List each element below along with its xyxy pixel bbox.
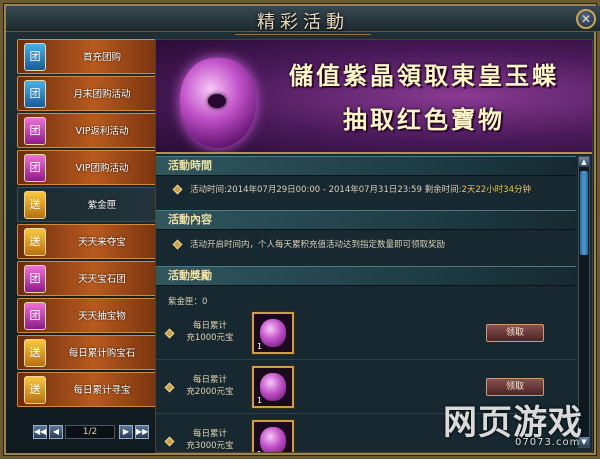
next-page-button[interactable]: ▶ [119,425,133,439]
activity-badge-icon: 团 [24,117,46,145]
sidebar-item-label: 天天宝石团 [78,274,126,285]
reward-condition-amount: 充1000元宝 [186,333,234,343]
sidebar-item[interactable]: 团 天天抽宝物 [17,298,157,333]
page-indicator: 1/2 [65,425,115,439]
reward-condition-amount: 充2000元宝 [186,387,234,397]
item-count: 1 [257,342,263,351]
sidebar-item-label: 月末团购活动 [73,89,131,100]
sidebar-item[interactable]: 送 每日累计购宝石 [17,335,157,370]
site-watermark: 网页游戏 07073.com [443,395,599,457]
currency-count: 紫金匣：0 [168,297,208,307]
scroll-up-button[interactable]: ▲ [579,157,589,167]
reward-condition-line: 每日累计 [192,375,227,385]
last-page-button[interactable]: ▶▶ [135,425,149,439]
gem-icon [260,427,286,452]
event-content-text: 活动开启时间内，个人每天累积充值活动达到指定数量即可领取奖励 [190,240,446,250]
banner-subheadline: 抽取红色寶物 [343,105,505,134]
sidebar-item[interactable]: 团 天天宝石团 [17,261,157,296]
pagination: ◀◀ ◀ 1/2 ▶ ▶▶ [33,425,153,441]
close-button[interactable]: ✕ [576,9,596,29]
sidebar-item-label: 天天来夺宝 [78,237,126,248]
item-count: 1 [257,450,262,452]
bullet-icon [172,239,183,250]
reward-condition: 每日累计充3000元宝 [178,428,242,452]
sidebar-item-label: 天天抽宝物 [78,311,126,322]
bullet-icon [172,184,183,195]
reward-item-icon[interactable]: 1 [252,366,294,408]
reward-condition: 每日累计充2000元宝 [178,374,242,398]
prev-page-button[interactable]: ◀ [49,425,63,439]
section-title-rewards: 活動獎勵 [156,266,576,286]
sidebar-item-label: VIP返利活动 [75,126,129,137]
sidebar-item[interactable]: 送 紫金匣 [17,187,157,222]
section-title-content: 活動內容 [156,210,576,230]
banner-headline: 儲值紫晶領取東皇玉蝶 [289,61,559,90]
reward-condition-line: 每日累计 [192,321,227,331]
reward-condition-line: 每日累计 [192,429,227,439]
claim-button[interactable]: 领取 [486,378,544,396]
bullet-icon [164,436,175,447]
sidebar-item[interactable]: 团 VIP返利活动 [17,113,157,148]
watermark-url: 07073.com [515,437,581,448]
first-page-button[interactable]: ◀◀ [33,425,47,439]
sidebar-item-label: 每日累计购宝石 [68,348,136,359]
bullet-icon [164,328,175,339]
event-banner: 儲值紫晶領取東皇玉蝶 抽取红色寶物 [156,40,592,154]
bullet-icon [164,382,175,393]
activity-badge-icon: 团 [24,302,46,330]
activity-badge-icon: 送 [24,191,46,219]
gem-icon [260,319,286,347]
reward-item-icon[interactable]: 1 [252,312,294,354]
sidebar-item-label: 紫金匣 [87,200,117,211]
event-time-text: 活动时间:2014年07月29日00:00 - 2014年07月31日23:59… [190,185,531,195]
jade-butterfly-icon [180,58,256,148]
activity-badge-icon: 团 [24,265,46,293]
activity-badge-icon: 团 [24,80,46,108]
sidebar-item[interactable]: 送 天天来夺宝 [17,224,157,259]
reward-condition: 每日累计充1000元宝 [178,320,242,344]
activity-badge-icon: 送 [24,228,46,256]
scroll-thumb[interactable] [580,171,588,255]
gem-icon [260,373,286,401]
activity-badge-icon: 送 [24,339,46,367]
reward-condition-amount: 充3000元宝 [186,441,234,451]
section-title-time: 活動時間 [156,156,576,176]
sidebar-item[interactable]: 团 月末团购活动 [17,76,157,111]
claim-button[interactable]: 领取 [486,324,544,342]
sidebar-item-label: 首充团购 [82,52,121,63]
window-title: 精彩活動 [235,8,371,35]
sidebar-item[interactable]: 团 VIP团购活动 [17,150,157,185]
activity-badge-icon: 团 [24,154,46,182]
sidebar-item-label: 每日累计寻宝 [73,385,131,396]
activity-badge-icon: 送 [24,376,46,404]
sidebar-item[interactable]: 送 每日累计寻宝 [17,372,157,407]
reward-item-icon[interactable]: 1 [252,420,294,452]
sidebar-item[interactable]: 团 首充团购 [17,39,157,74]
sidebar-item-label: VIP团购活动 [75,163,129,174]
reward-row: 每日累计充1000元宝 1 领取 [156,308,576,360]
activity-list: 团首充团购团月末团购活动团 VIP返利活动团 VIP团购活动送紫金匣送天天来夺宝团天… [17,39,157,411]
activity-window: 精彩活動 ✕ 团首充团购团月末团购活动团 VIP返利活动团 VIP团购活动送紫金匣送… [0,0,600,459]
title-bar: 精彩活動 ✕ [6,6,600,35]
activity-detail-panel: 儲值紫晶領取東皇玉蝶 抽取红色寶物 活動時間 活动时间:2014年07月29日0… [155,39,593,453]
item-count: 1 [257,396,263,405]
activity-badge-icon: 团 [24,43,46,71]
